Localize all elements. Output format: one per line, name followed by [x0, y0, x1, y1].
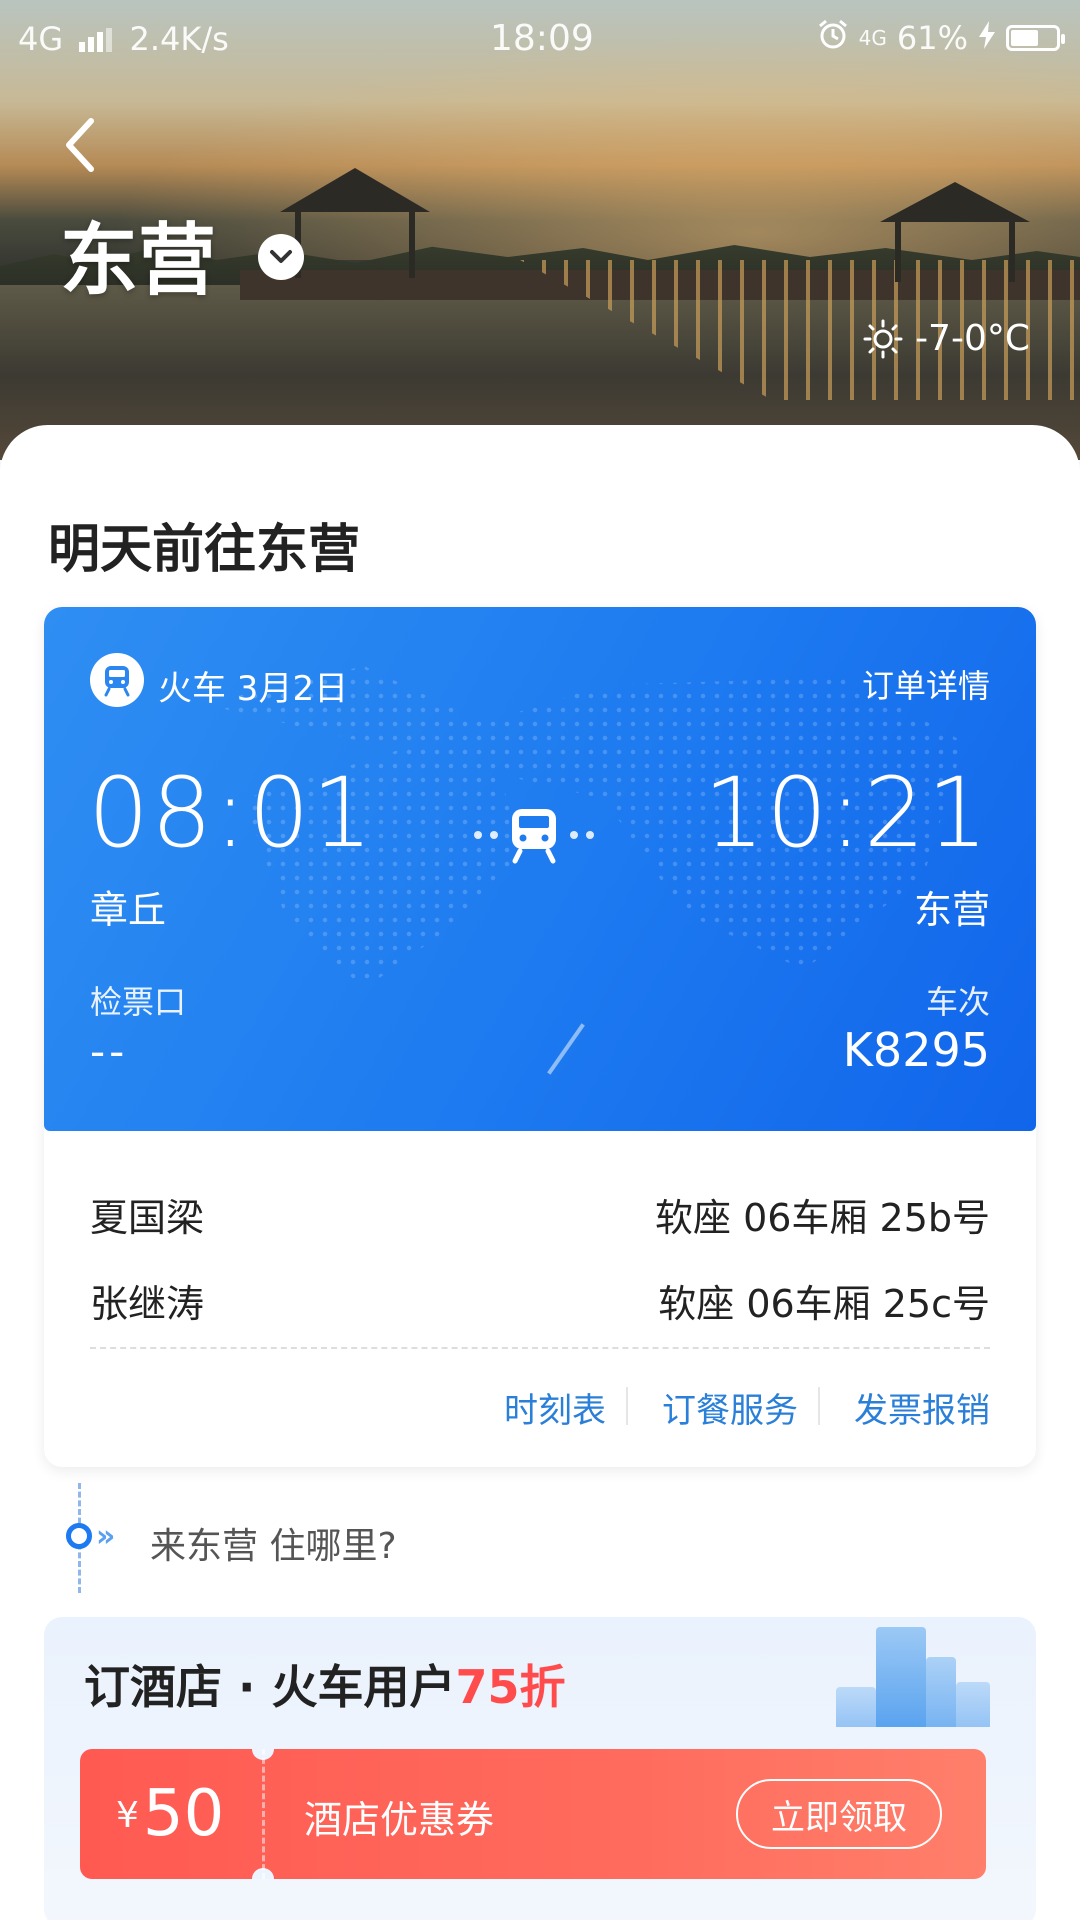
timetable-link[interactable]: 时刻表: [448, 1383, 606, 1432]
passenger-seat: 软座 06车厢 25c号: [658, 1282, 990, 1326]
passenger-name: 张继涛: [90, 1282, 205, 1326]
train-number: K8295: [842, 1023, 990, 1077]
section-title: 明天前往东营: [48, 520, 361, 580]
main-sheet: 明天前往东营 火车 3月2日 订单详情 08:01 10:21 章丘 东营 检票…: [0, 425, 1080, 1920]
pavilion-right: [880, 182, 1030, 282]
city-dropdown-button[interactable]: [258, 234, 304, 280]
battery-percent: 61%: [896, 19, 968, 57]
currency-symbol: ¥: [116, 1795, 139, 1836]
signal-icon: [79, 22, 113, 60]
status-bar: 4G 2.4K/s 18:09 4G 61%: [0, 0, 1080, 74]
chevron-down-icon: [270, 250, 292, 263]
charging-icon: [978, 19, 996, 57]
passenger-name: 夏国梁: [90, 1196, 205, 1240]
status-left: 4G 2.4K/s: [18, 20, 229, 60]
route-indicator: [474, 805, 594, 865]
ticket-header: 火车 3月2日 订单详情 08:01 10:21 章丘 东营 检票口 -- 车次…: [44, 607, 1036, 1131]
passenger-row: 张继涛 软座 06车厢 25c号: [90, 1273, 990, 1328]
invoice-link[interactable]: 发票报销: [798, 1383, 990, 1432]
promo-discount: 75折: [455, 1660, 566, 1714]
battery-icon: [1006, 25, 1065, 51]
hotel-prompt-text: 来东营 住哪里?: [150, 1526, 397, 1567]
claim-button[interactable]: 立即领取: [736, 1779, 942, 1849]
buildings-icon: [816, 1627, 996, 1727]
clock: 18:09: [490, 18, 594, 59]
ticket-actions: 时刻表 订餐服务 发票报销: [44, 1367, 1036, 1447]
coupon-amount: ¥50: [116, 1777, 224, 1851]
meal-service-link[interactable]: 订餐服务: [606, 1383, 798, 1432]
arrival-time: 10:21: [703, 757, 990, 869]
departure-time: 08:01: [88, 757, 375, 869]
double-chevron-icon: »: [96, 1519, 116, 1554]
passenger-row: 夏国梁 软座 06车厢 25b号: [90, 1187, 990, 1242]
coupon-title: 酒店优惠券: [304, 1798, 495, 1842]
header-banner: 4G 2.4K/s 18:09 4G 61% 东营 -7-0°C: [0, 0, 1080, 460]
network-speed: 2.4K/s: [129, 20, 229, 58]
status-right: 4G 61%: [817, 18, 1065, 58]
hotel-prompt[interactable]: » 来东营 住哪里?: [66, 1483, 666, 1593]
train-route-icon: [512, 809, 556, 864]
dashed-divider: [90, 1347, 990, 1349]
temperature: -7-0°C: [915, 318, 1030, 359]
network-label: 4G: [18, 20, 64, 58]
coupon-value: 50: [142, 1777, 225, 1851]
sun-icon: [863, 319, 903, 358]
hotel-promo-card[interactable]: 订酒店 · 火车用户75折 ¥50 酒店优惠券 立即领取: [44, 1617, 1036, 1920]
train-number-label: 车次: [925, 983, 990, 1021]
departure-station: 章丘: [90, 888, 167, 932]
ticket-type-date: 火车 3月2日: [158, 669, 349, 709]
gate-value: --: [90, 1027, 129, 1076]
timeline-dot-icon: [66, 1523, 92, 1549]
hotel-coupon: ¥50 酒店优惠券 立即领取: [80, 1749, 986, 1879]
divider-slash: [547, 1023, 585, 1075]
weather-info: -7-0°C: [863, 318, 1030, 359]
city-title[interactable]: 东营: [60, 198, 216, 310]
back-button[interactable]: [50, 110, 110, 180]
passenger-seat: 软座 06车厢 25b号: [655, 1196, 990, 1240]
train-icon: [90, 653, 144, 707]
coupon-perforation: [262, 1749, 265, 1879]
alarm-icon: [817, 18, 849, 58]
network-right-label: 4G: [858, 26, 887, 50]
gate-label: 检票口: [90, 983, 187, 1021]
order-detail-link[interactable]: 订单详情: [862, 661, 990, 707]
back-arrow-icon: [66, 118, 94, 172]
arrival-station: 东营: [913, 888, 990, 932]
promo-title-text: 订酒店 · 火车用户: [84, 1660, 456, 1714]
promo-title: 订酒店 · 火车用户75折: [84, 1651, 566, 1717]
train-ticket-card[interactable]: 火车 3月2日 订单详情 08:01 10:21 章丘 东营 检票口 -- 车次…: [44, 607, 1036, 1467]
